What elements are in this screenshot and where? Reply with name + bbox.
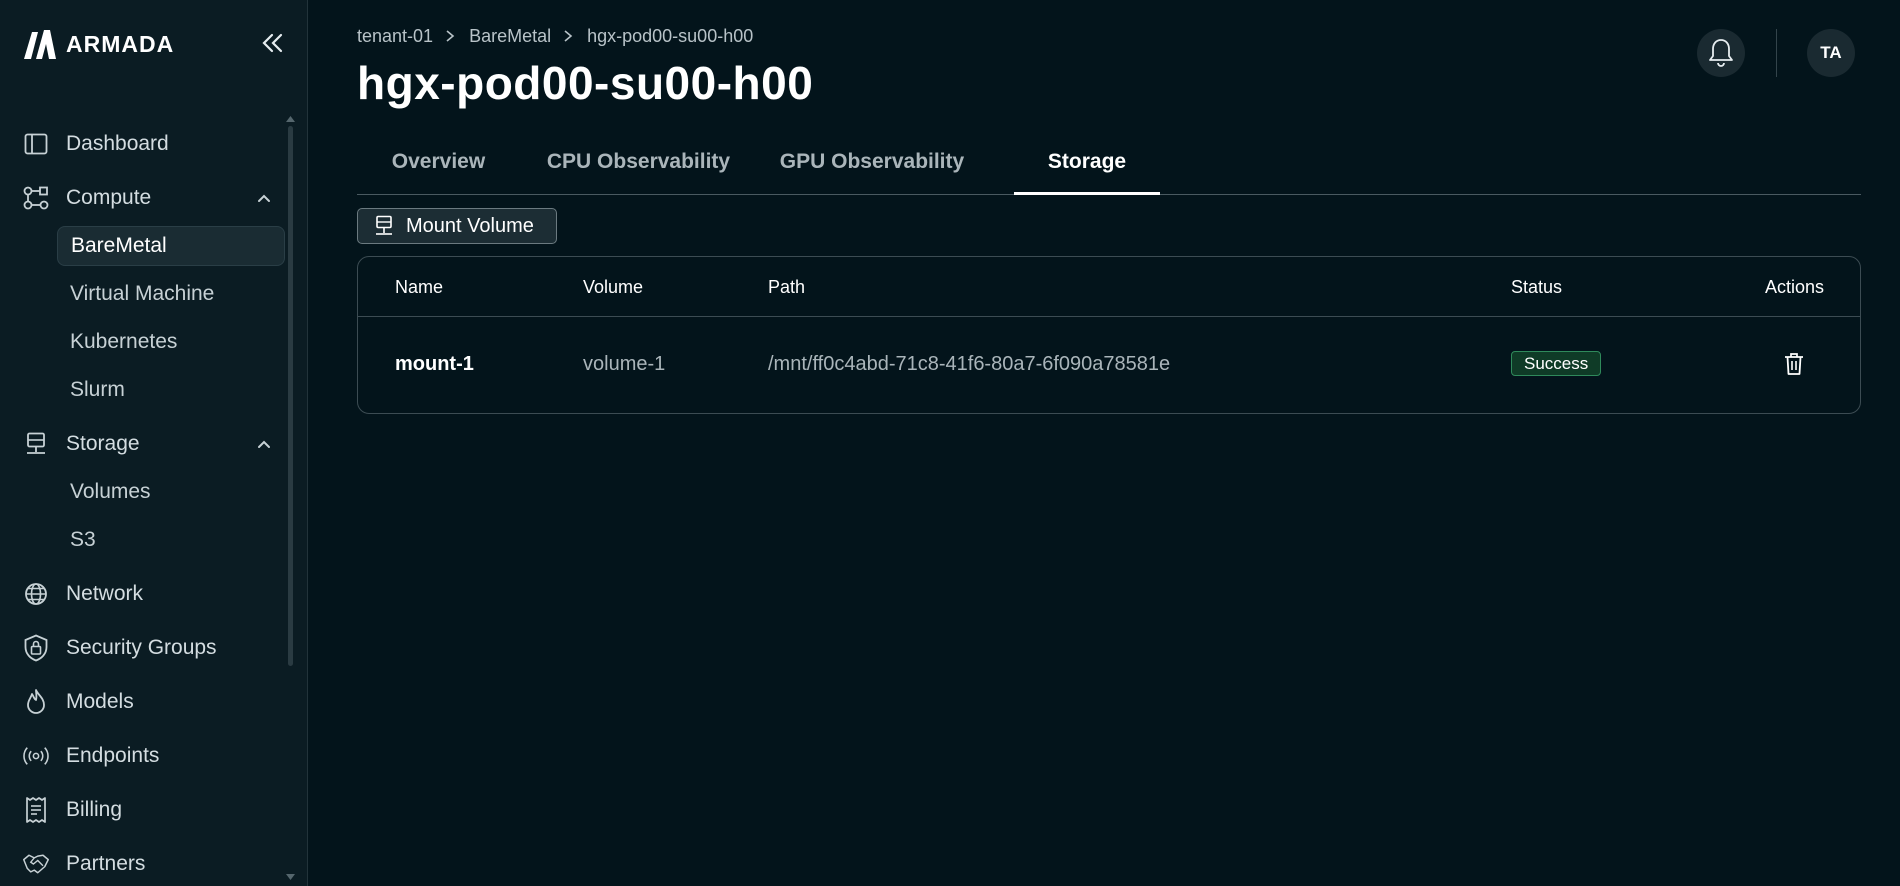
storage-icon xyxy=(22,430,50,458)
chevron-up-icon[interactable] xyxy=(256,436,272,452)
chevron-right-icon xyxy=(445,29,457,43)
tab-cpu-observability[interactable]: CPU Observability xyxy=(520,130,757,194)
column-header-actions: Actions xyxy=(1765,277,1825,297)
sidebar-item-network[interactable]: Network xyxy=(22,576,284,612)
brand-name: ARMADA xyxy=(66,30,175,57)
sidebar-item-compute[interactable]: Compute xyxy=(22,180,284,216)
shield-lock-icon xyxy=(22,634,50,662)
tab-storage[interactable]: Storage xyxy=(1014,130,1160,195)
sidebar-item-virtual-machine[interactable]: Virtual Machine xyxy=(57,274,285,314)
armada-logo-icon xyxy=(24,30,56,59)
column-header-path[interactable]: Path xyxy=(768,277,805,298)
chevron-up-icon[interactable] xyxy=(256,190,272,206)
cell-path: /mnt/ff0c4abd-71c8-41f6-80a7-6f090a78581… xyxy=(768,353,1171,375)
tab-overview[interactable]: Overview xyxy=(357,130,520,194)
mount-volume-label: Mount Volume xyxy=(406,214,534,237)
flame-icon xyxy=(22,688,50,716)
sidebar-item-security-groups[interactable]: Security Groups xyxy=(22,630,284,666)
tab-gpu-observability[interactable]: GPU Observability xyxy=(757,130,987,194)
table-header: Name Volume Path Status Actions xyxy=(358,257,1860,317)
sidebar-item-endpoints[interactable]: Endpoints xyxy=(22,738,284,774)
sidebar-item-storage[interactable]: Storage xyxy=(22,426,284,462)
cell-volume: volume-1 xyxy=(583,353,666,375)
globe-icon xyxy=(22,580,50,608)
cell-name: mount-1 xyxy=(395,353,474,375)
sidebar-item-baremetal[interactable]: BareMetal xyxy=(57,226,285,266)
sidebar: ARMADA Dashboard Compute BareMetal Virtu… xyxy=(0,0,308,886)
column-header-name[interactable]: Name xyxy=(395,277,443,298)
sidebar-scrollbar[interactable] xyxy=(288,126,293,666)
sidebar-item-kubernetes[interactable]: Kubernetes xyxy=(57,322,285,362)
receipt-icon xyxy=(22,796,50,824)
collapse-sidebar-button[interactable] xyxy=(258,30,288,56)
broadcast-icon xyxy=(22,742,50,770)
mount-volume-button[interactable]: Mount Volume xyxy=(357,208,557,244)
dashboard-icon xyxy=(22,130,50,158)
compute-icon xyxy=(22,184,50,212)
tab-bar: Overview CPU Observability GPU Observabi… xyxy=(357,130,1861,195)
header-divider xyxy=(1776,29,1777,77)
scroll-down-arrow[interactable] xyxy=(286,874,295,880)
storage-icon xyxy=(376,215,392,235)
sidebar-item-models[interactable]: Models xyxy=(22,684,284,720)
brand-logo[interactable]: ARMADA xyxy=(22,27,174,61)
sidebar-item-volumes[interactable]: Volumes xyxy=(57,472,285,512)
breadcrumb-current: hgx-pod00-su00-h00 xyxy=(587,25,754,46)
sidebar-item-partners[interactable]: Partners xyxy=(22,846,284,882)
breadcrumb: tenant-01 BareMetal hgx-pod00-su00-h00 xyxy=(357,24,753,48)
trash-icon xyxy=(1785,353,1803,375)
column-header-status[interactable]: Status xyxy=(1511,277,1562,298)
sidebar-item-billing[interactable]: Billing xyxy=(22,792,284,828)
delete-mount-button[interactable] xyxy=(1780,350,1808,378)
chevron-right-icon xyxy=(563,29,575,43)
bell-icon xyxy=(1709,39,1733,67)
status-badge: Success xyxy=(1511,351,1602,376)
mounts-table: Name Volume Path Status Actions mount-1 … xyxy=(357,256,1861,414)
page-title: hgx-pod00-su00-h00 xyxy=(357,57,814,109)
sidebar-item-slurm[interactable]: Slurm xyxy=(57,370,285,410)
breadcrumb-baremetal[interactable]: BareMetal xyxy=(469,26,551,47)
scroll-up-arrow[interactable] xyxy=(286,116,295,122)
sidebar-item-dashboard[interactable]: Dashboard xyxy=(22,126,284,162)
notifications-button[interactable] xyxy=(1697,29,1745,77)
column-header-volume[interactable]: Volume xyxy=(583,277,643,298)
breadcrumb-tenant[interactable]: tenant-01 xyxy=(357,26,433,47)
handshake-icon xyxy=(22,850,50,878)
sidebar-item-s3[interactable]: S3 xyxy=(57,520,285,560)
double-chevron-left-icon xyxy=(262,33,283,53)
user-avatar[interactable]: TA xyxy=(1807,29,1855,77)
